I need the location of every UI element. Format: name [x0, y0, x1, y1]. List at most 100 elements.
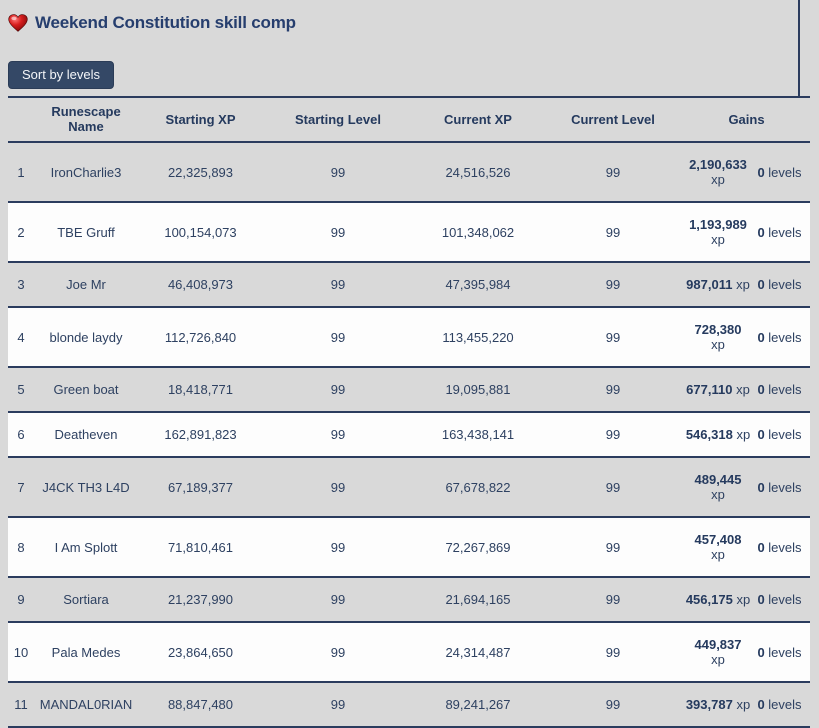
gain-levels-unit: levels: [768, 329, 802, 345]
gain-xp-cell: 2,190,633 xp: [685, 150, 751, 194]
gains-cell: 489,445 xp 0 levels: [683, 457, 810, 518]
gain-xp-value: 728,380: [694, 322, 742, 337]
column-header-current-level: Current Level: [543, 96, 683, 143]
current-xp-cell: 47,395,984: [413, 262, 543, 308]
table-row: 2 TBE Gruff 100,154,073 99 101,348,062 9…: [8, 202, 810, 263]
gain-xp-unit: xp: [736, 592, 751, 607]
current-level-cell: 99: [543, 262, 683, 308]
rank-cell: 9: [8, 577, 34, 623]
table-row: 11 MANDAL0RIAN 88,847,480 99 89,241,267 …: [8, 682, 810, 728]
gain-levels-value: 0: [757, 164, 765, 180]
gain-xp-unit: xp: [711, 547, 725, 562]
gain-xp-value: 677,110: [686, 382, 733, 397]
player-name-cell: J4CK TH3 L4D: [34, 457, 138, 518]
gain-levels-unit: levels: [768, 479, 802, 495]
gain-levels-unit: levels: [768, 644, 802, 660]
gains-cell: 1,193,989 xp 0 levels: [683, 202, 810, 263]
gain-xp-value: 489,445: [694, 472, 742, 487]
gain-xp-cell: 677,110 xp: [685, 375, 751, 404]
starting-level-cell: 99: [263, 367, 413, 413]
rank-cell: 11: [8, 682, 34, 728]
player-name-cell: I Am Splott: [34, 517, 138, 578]
current-level-cell: 99: [543, 202, 683, 263]
current-xp-cell: 21,694,165: [413, 577, 543, 623]
starting-level-cell: 99: [263, 307, 413, 368]
player-name-cell: Sortiara: [34, 577, 138, 623]
player-name-cell: TBE Gruff: [34, 202, 138, 263]
gain-xp-cell: 987,011 xp: [685, 270, 751, 299]
table-row: 10 Pala Medes 23,864,650 99 24,314,487 9…: [8, 622, 810, 683]
player-name-cell: IronCharlie3: [34, 142, 138, 203]
table-row: 1 IronCharlie3 22,325,893 99 24,516,526 …: [8, 142, 810, 203]
gain-levels-value: 0: [757, 427, 765, 442]
current-level-cell: 99: [543, 622, 683, 683]
current-level-cell: 99: [543, 307, 683, 368]
gain-levels-value: 0: [757, 592, 765, 607]
table-row: 8 I Am Splott 71,810,461 99 72,267,869 9…: [8, 517, 810, 578]
gain-xp-cell: 546,318 xp: [685, 420, 751, 449]
rank-cell: 3: [8, 262, 34, 308]
player-name-cell: Deatheven: [34, 412, 138, 458]
column-header-gains: Gains: [683, 96, 810, 143]
gain-xp-value: 2,190,633: [689, 157, 747, 172]
player-name-cell: blonde laydy: [34, 307, 138, 368]
gain-xp-value: 987,011: [686, 277, 733, 292]
gain-xp-value: 546,318: [685, 427, 733, 442]
gain-xp-unit: xp: [736, 697, 751, 712]
gain-levels-value: 0: [757, 479, 765, 495]
player-name-cell: Green boat: [34, 367, 138, 413]
column-header-name: Runescape Name: [34, 96, 138, 143]
starting-xp-cell: 112,726,840: [138, 307, 263, 368]
player-name-cell: MANDAL0RIAN: [34, 682, 138, 728]
gains-cell: 393,787 xp 0 levels: [683, 682, 810, 728]
gains-cell: 449,837 xp 0 levels: [683, 622, 810, 683]
current-level-cell: 99: [543, 457, 683, 518]
column-header-current-xp: Current XP: [413, 96, 543, 143]
gain-levels-value: 0: [757, 329, 765, 345]
gain-levels-value: 0: [757, 644, 765, 660]
gain-xp-unit: xp: [736, 277, 750, 292]
current-level-cell: 99: [543, 682, 683, 728]
gain-xp-unit: xp: [711, 652, 725, 667]
gain-levels-cell: 0 levels: [751, 375, 808, 404]
gain-levels-value: 0: [757, 382, 765, 397]
player-name-cell: Pala Medes: [34, 622, 138, 683]
scrollbar-thumb[interactable]: [798, 0, 800, 97]
gain-xp-unit: xp: [711, 232, 725, 247]
starting-level-cell: 99: [263, 457, 413, 518]
page-header: Weekend Constitution skill comp: [0, 0, 819, 33]
gain-levels-cell: 0 levels: [751, 690, 808, 719]
column-header-starting-level: Starting Level: [263, 96, 413, 143]
gain-xp-cell: 728,380 xp: [685, 315, 751, 359]
gains-cell: 728,380 xp 0 levels: [683, 307, 810, 368]
gain-xp-unit: xp: [736, 382, 750, 397]
starting-level-cell: 99: [263, 517, 413, 578]
current-xp-cell: 72,267,869: [413, 517, 543, 578]
column-header-rank: [8, 96, 34, 143]
gain-levels-unit: levels: [768, 164, 802, 180]
starting-xp-cell: 162,891,823: [138, 412, 263, 458]
table-row: 9 Sortiara 21,237,990 99 21,694,165 99 4…: [8, 577, 810, 623]
gain-levels-cell: 0 levels: [751, 638, 808, 667]
current-level-cell: 99: [543, 142, 683, 203]
gain-levels-value: 0: [757, 224, 765, 240]
gain-levels-unit: levels: [768, 539, 802, 555]
current-xp-cell: 67,678,822: [413, 457, 543, 518]
gain-xp-cell: 393,787 xp: [685, 690, 751, 719]
rank-cell: 2: [8, 202, 34, 263]
starting-xp-cell: 88,847,480: [138, 682, 263, 728]
gain-levels-unit: levels: [768, 427, 802, 442]
rank-cell: 8: [8, 517, 34, 578]
table-row: 6 Deatheven 162,891,823 99 163,438,141 9…: [8, 412, 810, 458]
rank-cell: 6: [8, 412, 34, 458]
gain-xp-value: 457,408: [694, 532, 742, 547]
gains-cell: 546,318 xp 0 levels: [683, 412, 810, 458]
sort-by-levels-button[interactable]: Sort by levels: [8, 61, 115, 89]
gain-levels-unit: levels: [768, 224, 802, 240]
table-row: 7 J4CK TH3 L4D 67,189,377 99 67,678,822 …: [8, 457, 810, 518]
starting-xp-cell: 23,864,650: [138, 622, 263, 683]
gains-cell: 677,110 xp 0 levels: [683, 367, 810, 413]
gain-levels-cell: 0 levels: [751, 323, 808, 352]
gain-xp-value: 1,193,989: [689, 217, 747, 232]
gain-levels-value: 0: [757, 539, 765, 555]
